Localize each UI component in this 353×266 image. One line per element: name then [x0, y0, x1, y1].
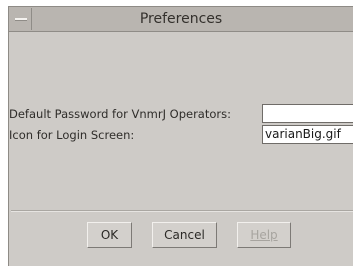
- window-title: Preferences: [139, 11, 223, 27]
- button-separator: [11, 210, 353, 212]
- ok-button[interactable]: OK: [87, 222, 132, 248]
- default-password-field[interactable]: [262, 104, 353, 123]
- login-icon-field[interactable]: varianBig.gif: [262, 125, 353, 144]
- title-bar[interactable]: Preferences: [9, 7, 353, 32]
- help-button[interactable]: Help: [237, 222, 291, 248]
- help-button-label: Help: [250, 228, 278, 242]
- cancel-button[interactable]: Cancel: [152, 222, 217, 248]
- login-icon-label: Icon for Login Screen:: [9, 128, 135, 142]
- preferences-dialog: Preferences Default Password for VnmrJ O…: [8, 6, 353, 266]
- default-password-label: Default Password for VnmrJ Operators:: [9, 107, 231, 121]
